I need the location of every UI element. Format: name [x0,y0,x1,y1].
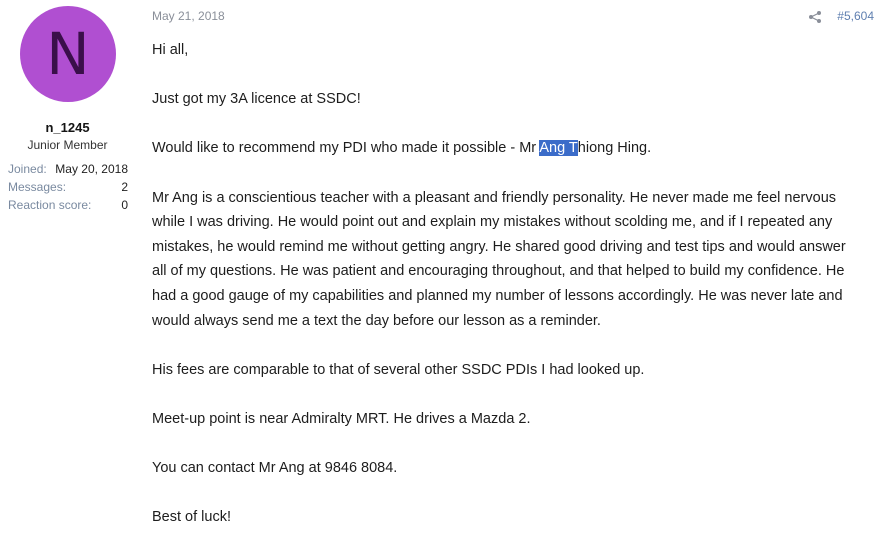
post-paragraph-3-line: Mr Ang is a conscientious teacher with a… [152,189,837,206]
text-segment: Would like to recommend my PDI who made … [152,140,540,157]
stat-row-reaction-score: Reaction score: 0 [8,196,128,214]
stat-value: 0 [121,198,128,212]
stat-value: May 20, 2018 [55,162,128,176]
user-title: Junior Member [27,138,108,152]
stat-row-messages: Messages: 2 [8,178,128,196]
post-paragraph-3-line: all of my questions. He was patient and … [152,263,845,280]
post-paragraph-2: Would like to recommend my PDI who made … [152,136,872,161]
stat-label: Joined: [8,162,47,176]
post-paragraph-7: Best of luck! [152,509,231,526]
user-stats: Joined: May 20, 2018 Messages: 2 Reactio… [8,160,128,214]
post-paragraph-4: His fees are comparable to that of sever… [152,361,645,378]
stat-value: 2 [121,180,128,194]
post-greeting: Hi all, [152,42,189,58]
user-sidebar: N n_1245 Junior Member Joined: May 20, 2… [0,0,135,533]
username-link[interactable]: n_1245 [0,120,135,135]
stat-label: Messages: [8,180,67,194]
post-paragraph-5: Meet-up point is near Admiralty MRT. He … [152,410,531,427]
post-meta: May 21, 2018 #5,604 [152,9,874,25]
share-icon[interactable] [808,10,822,24]
post-number-link[interactable]: #5,604 [837,9,874,23]
post-paragraph-3-line: mistakes, he would remind me without get… [152,238,846,255]
avatar[interactable]: N [20,6,116,102]
post-body: Hi all, Just got my 3A licence at SSDC! … [152,38,872,530]
post-paragraph-3-line: had a good gauge of my capabilities and … [152,287,843,304]
post-paragraph-3-line: would always send me a text the day befo… [152,312,601,329]
post-date[interactable]: May 21, 2018 [152,9,225,23]
text-segment: hiong Hing. [577,140,652,157]
selected-text[interactable]: Ang T [539,140,578,157]
stat-label: Reaction score: [8,198,92,212]
post-paragraph-6: You can contact Mr Ang at 9846 8084. [152,460,398,477]
post-paragraph-3-line: while I was driving. He would point out … [152,214,833,231]
post-paragraph-1: Just got my 3A licence at SSDC! [152,91,361,108]
stat-row-joined: Joined: May 20, 2018 [8,160,128,178]
